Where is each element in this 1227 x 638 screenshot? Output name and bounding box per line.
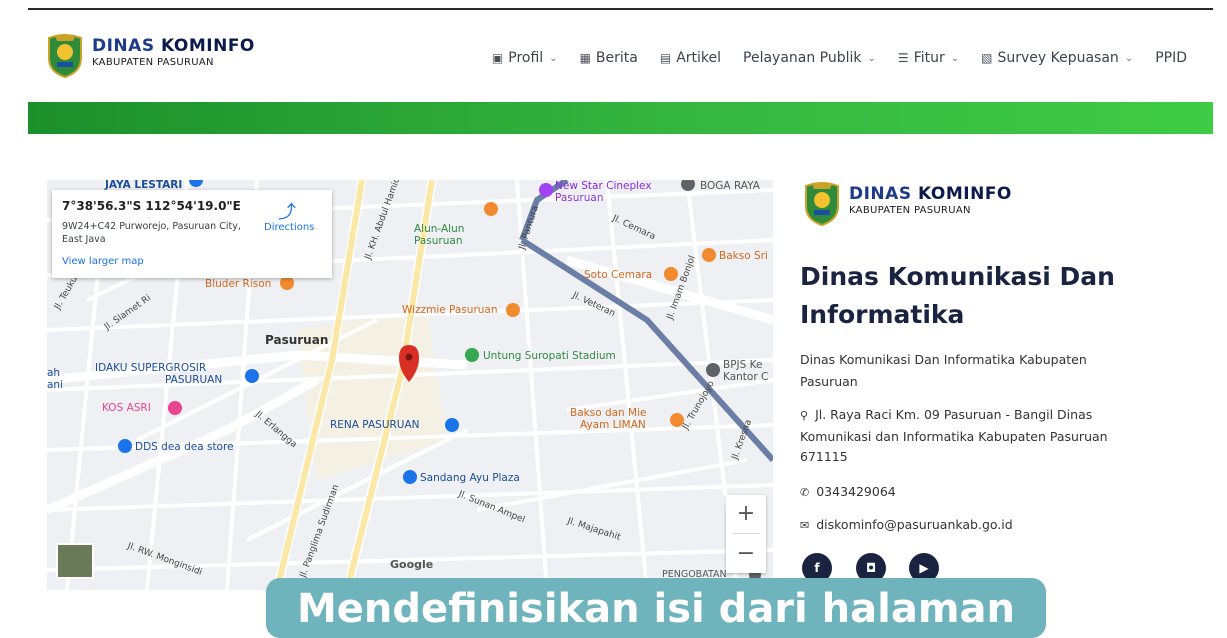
logo-subtitle: KABUPATEN PASURUAN — [92, 57, 214, 68]
nav-label: Fitur — [913, 50, 945, 66]
nav-survey-kepuasan[interactable]: ▧ Survey Kepuasan ⌄ — [981, 50, 1133, 66]
map-label: Ayam LIMAN — [580, 419, 646, 431]
logo-title: DINAS KOMINFO — [849, 184, 1012, 204]
nav-label: Berita — [595, 50, 638, 66]
map-label: BPJS Ke — [723, 359, 762, 371]
chevron-down-icon: ⌄ — [1124, 52, 1134, 64]
image-icon: ▣ — [491, 51, 504, 65]
newspaper-icon: ▦ — [579, 51, 591, 65]
nav-label: Survey Kepuasan — [997, 50, 1119, 66]
zoom-divider — [732, 533, 760, 534]
nav-berita[interactable]: ▦ Berita — [580, 50, 638, 66]
map-address: 9W24+C42 Purworejo, Pasuruan City, East … — [62, 221, 241, 245]
chevron-down-icon: ⌄ — [549, 52, 558, 64]
view-larger-map-link[interactable]: View larger map — [62, 256, 144, 267]
crest-icon — [805, 182, 839, 226]
contact-phone: ✆ 0343429064 — [800, 484, 896, 499]
contact-title: Dinas Komunikasi Dan Informatika — [800, 262, 1115, 329]
directions-link[interactable]: Directions — [264, 222, 314, 233]
list-icon: ☰ — [897, 51, 909, 65]
zoom-out-button[interactable]: − — [726, 535, 766, 573]
map-label: New Star Cineplex — [555, 180, 652, 192]
map-label: BOGA RAYA — [700, 180, 761, 192]
crest-icon — [48, 34, 82, 78]
contact-email[interactable]: ✉ diskominfo@pasuruankab.go.id — [800, 517, 1013, 532]
contact-description: Dinas Komunikasi Dan Informatika Kabupat… — [800, 352, 1087, 389]
map-label: Pasuruan — [555, 192, 603, 204]
google-attribution: Google — [390, 558, 434, 571]
contact-address: ⚲ Jl. Raya Raci Km. 09 Pasuruan - Bangil … — [800, 405, 1150, 468]
nav-fitur[interactable]: ☰ Fitur ⌄ — [898, 50, 959, 66]
map-label: PASURUAN — [165, 374, 222, 386]
nav-label: PPID — [1155, 50, 1187, 66]
satellite-toggle[interactable] — [56, 543, 94, 579]
contact-logo: DINAS KOMINFO KABUPATEN PASURUAN — [803, 180, 1023, 234]
chevron-down-icon: ⌄ — [867, 52, 876, 64]
chevron-down-icon: ⌄ — [950, 52, 960, 64]
map-label: Sandang Ayu Plaza — [420, 472, 520, 484]
map-pin-icon: ⚲ — [800, 409, 809, 422]
top-divider — [28, 8, 1213, 10]
caption-text: Mendefinisikan isi dari halaman — [297, 586, 1015, 632]
map-info-card: 7°38'56.3"S 112°54'19.0"E 9W24+C42 Purwo… — [52, 190, 332, 278]
site-header: DINAS KOMINFO KABUPATEN PASURUAN ▣ Profi… — [28, 14, 1213, 102]
nav-label: Artikel — [676, 50, 722, 66]
logo-subtitle: KABUPATEN PASURUAN — [849, 205, 971, 216]
map-label: RENA PASURUAN — [330, 419, 420, 431]
phone-icon: ✆ — [800, 486, 810, 499]
map-label: Alun-Alun — [414, 223, 464, 235]
map-label: KOS ASRI — [102, 402, 151, 414]
site-logo[interactable]: DINAS KOMINFO KABUPATEN PASURUAN — [46, 32, 256, 86]
map-label: Pasuruan — [265, 333, 328, 347]
map-label: Bakso dan Mie — [570, 407, 646, 419]
contact-email-text: diskominfo@pasuruankab.go.id — [816, 517, 1013, 532]
map-label: ani — [47, 379, 63, 391]
green-banner — [28, 102, 1213, 134]
contact-address-text: Jl. Raya Raci Km. 09 Pasuruan - Bangil D… — [800, 407, 1108, 464]
nav-artikel[interactable]: ▤ Artikel — [660, 50, 721, 66]
map-label: Bluder Rison — [205, 278, 271, 290]
nav-pelayanan-publik[interactable]: Pelayanan Publik ⌄ — [743, 50, 876, 66]
nav-profil[interactable]: ▣ Profil ⌄ — [492, 50, 558, 66]
main-nav: ▣ Profil ⌄ ▦ Berita ▤ Artikel Pelayanan … — [492, 50, 1187, 66]
nav-label: Pelayanan Publik — [743, 50, 862, 66]
map-zoom-control: + − — [726, 495, 766, 573]
envelope-icon: ✉ — [800, 519, 810, 532]
zoom-in-button[interactable]: + — [726, 495, 766, 533]
file-icon: ▤ — [659, 51, 672, 65]
map-coordinates: 7°38'56.3"S 112°54'19.0"E — [62, 199, 241, 213]
contact-phone-text: 0343429064 — [816, 484, 896, 499]
directions-icon[interactable]: ⤴ — [278, 198, 296, 224]
map-label: Untung Suropati Stadium — [483, 350, 616, 362]
clipboard-icon: ▧ — [981, 51, 993, 65]
caption-banner: Mendefinisikan isi dari halaman — [266, 578, 1046, 638]
logo-title: DINAS KOMINFO — [92, 36, 255, 56]
map-label: Kantor C — [723, 371, 768, 383]
nav-ppid[interactable]: PPID — [1155, 50, 1187, 66]
map-label: Wizzmie Pasuruan — [402, 304, 498, 316]
map-label: Soto Cemara — [584, 269, 652, 281]
map-label: Bakso Sri — [719, 250, 768, 262]
map-label: DDS dea dea store — [135, 441, 234, 453]
nav-label: Profil — [508, 50, 544, 66]
map-label: ah — [47, 367, 60, 379]
map-label: Pasuruan — [414, 235, 462, 247]
map-label: IDAKU SUPERGROSIR — [95, 362, 206, 374]
